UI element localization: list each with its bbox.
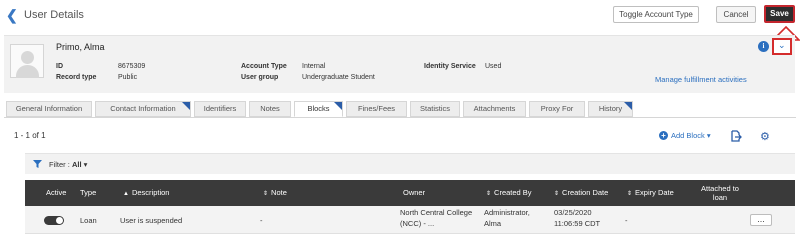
tab-contact-information[interactable]: Contact Information <box>95 101 191 117</box>
col-description-label: Description <box>131 188 170 197</box>
id-label: ID <box>56 63 63 70</box>
tab-label: Identifiers <box>203 104 237 113</box>
filter-dropdown[interactable]: Filter : All ▾ <box>49 160 87 169</box>
tab-label: Fines/Fees <box>357 104 396 113</box>
col-creation-date-label: Creation Date <box>562 188 609 197</box>
cell-created-by-line2: Alma <box>484 219 502 228</box>
sort-icon: ⇕ <box>627 191 633 197</box>
col-active[interactable]: Active <box>46 180 66 206</box>
tab-identifiers[interactable]: Identifiers <box>194 101 246 117</box>
active-toggle[interactable] <box>44 216 64 225</box>
tab-notes[interactable]: Notes <box>249 101 291 117</box>
id-value: 8675309 <box>118 63 146 70</box>
cell-owner-line2: (NCC) - ... <box>400 219 435 228</box>
tab-label: General Information <box>15 104 83 113</box>
tab-flag-icon <box>182 102 190 110</box>
page-title: User Details <box>24 9 84 21</box>
tab-label: Statistics <box>419 104 450 113</box>
tab-flag-icon <box>334 102 342 110</box>
expand-details-button[interactable]: ⌄ <box>772 38 792 55</box>
tab-blocks[interactable]: Blocks <box>294 101 343 117</box>
cell-expiry-date: - <box>625 216 628 225</box>
top-bar: ❮ User Details Toggle Account Type Cance… <box>0 0 800 32</box>
cell-creation-date-line2: 11:06:59 CDT <box>554 219 601 228</box>
add-circle-icon: + <box>659 131 668 140</box>
tab-divider <box>4 117 796 118</box>
record-type-label: Record type <box>56 74 97 81</box>
tab-general-information[interactable]: General Information <box>6 101 92 117</box>
filter-bar: Filter : All ▾ <box>25 153 795 174</box>
tab-label: Attachments <box>473 104 516 113</box>
filter-value: All <box>71 160 82 169</box>
more-icon[interactable]: ... <box>750 214 772 226</box>
tab-flag-icon <box>624 102 632 110</box>
cell-note: - <box>260 216 263 225</box>
toggle-account-type-button[interactable]: Toggle Account Type <box>613 6 699 23</box>
sort-icon: ⇕ <box>554 191 560 197</box>
col-attached-line2: loan <box>712 193 728 202</box>
tab-label: Proxy For <box>540 104 574 113</box>
cell-type: Loan <box>80 216 97 225</box>
cell-created-by-line1: Administrator, <box>484 208 530 217</box>
col-expiry-date[interactable]: ⇕ Expiry Date <box>627 180 674 206</box>
col-owner[interactable]: Owner <box>403 180 425 206</box>
tab-label: Blocks <box>307 104 330 113</box>
tab-fines-fees[interactable]: Fines/Fees <box>346 101 407 117</box>
user-summary: Primo, Alma ID 8675309 Record type Publi… <box>4 35 795 93</box>
chevron-down-icon: ⌄ <box>778 40 786 50</box>
table-row[interactable]: Loan User is suspended - North Central C… <box>25 206 795 234</box>
toggle-knob <box>56 217 63 224</box>
gear-icon[interactable]: ⚙ <box>760 130 770 143</box>
add-block-button[interactable]: + Add Block ▾ <box>659 131 711 140</box>
filter-icon[interactable] <box>33 160 42 168</box>
cancel-button[interactable]: Cancel <box>716 6 756 23</box>
add-block-label: Add Block <box>671 131 705 140</box>
col-created-by-label: Created By <box>494 188 532 197</box>
cell-owner-line1: North Central College <box>400 208 473 217</box>
sort-icon: ⇕ <box>486 191 492 197</box>
avatar <box>10 44 44 78</box>
account-type-label: Account Type <box>241 63 287 70</box>
save-button[interactable]: Save <box>764 5 795 23</box>
sort-icon: ▲ <box>123 191 129 197</box>
tab-label: Notes <box>260 104 280 113</box>
tab-label: Contact Information <box>110 104 176 113</box>
user-group-label: User group <box>241 74 279 81</box>
export-icon[interactable] <box>730 130 742 142</box>
manage-fulfillment-link[interactable]: Manage fulfillment activities <box>655 75 747 84</box>
col-attached-line1: Attached to <box>701 184 739 193</box>
identity-service-label: Identity Service <box>424 63 476 70</box>
col-creation-date[interactable]: ⇕ Creation Date <box>554 180 608 206</box>
col-note-label: Note <box>271 188 287 197</box>
record-type-value: Public <box>118 74 138 81</box>
cell-creation-date-line1: 03/25/2020 <box>554 208 592 217</box>
sort-icon: ⇕ <box>263 191 269 197</box>
tab-history[interactable]: History <box>588 101 633 117</box>
user-group-value: Undergraduate Student <box>302 74 375 81</box>
filter-label: Filter : <box>49 160 70 169</box>
col-created-by[interactable]: ⇕ Created By <box>486 180 532 206</box>
avatar-body <box>16 65 39 78</box>
tab-attachments[interactable]: Attachments <box>463 101 526 117</box>
tab-statistics[interactable]: Statistics <box>410 101 460 117</box>
col-note[interactable]: ⇕ Note <box>263 180 287 206</box>
account-type-value: Internal <box>302 63 326 70</box>
result-count: 1 - 1 of 1 <box>14 131 46 140</box>
col-type[interactable]: Type <box>80 180 96 206</box>
col-description[interactable]: ▲ Description <box>123 180 169 206</box>
identity-service-value: Used <box>485 63 502 70</box>
info-icon[interactable]: i <box>758 41 769 52</box>
avatar-head <box>21 51 34 64</box>
table-header: Active Type ▲ Description ⇕ Note Owner ⇕ Cr… <box>25 180 795 206</box>
tab-proxy-for[interactable]: Proxy For <box>529 101 585 117</box>
tab-label: History <box>598 104 623 113</box>
cell-description: User is suspended <box>120 216 183 225</box>
back-chevron-icon[interactable]: ❮ <box>6 7 18 24</box>
user-name: Primo, Alma <box>56 42 105 52</box>
col-expiry-date-label: Expiry Date <box>635 188 674 197</box>
